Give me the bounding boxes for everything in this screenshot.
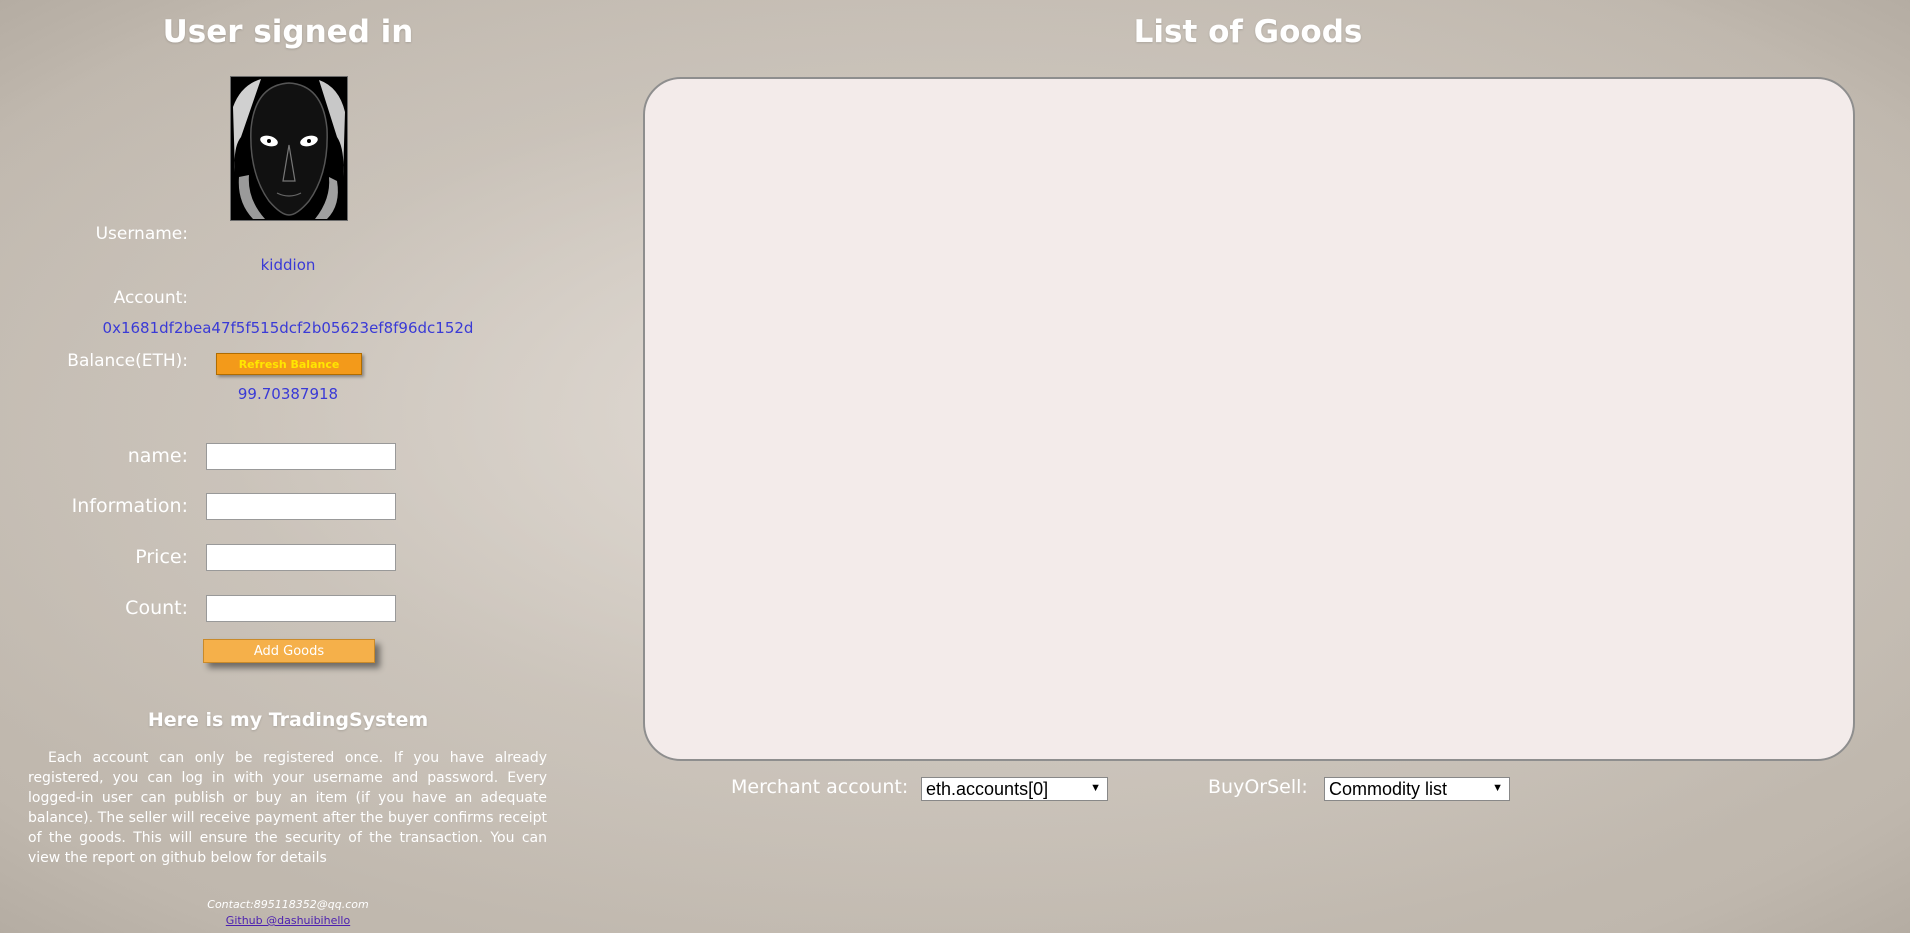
- goods-price-label: Price:: [135, 546, 188, 568]
- goods-information-input[interactable]: [206, 493, 396, 520]
- goods-information-label: Information:: [71, 495, 188, 517]
- account-label: Account:: [113, 288, 188, 308]
- about-title: Here is my TradingSystem: [147, 709, 429, 731]
- goods-count-input[interactable]: [206, 595, 396, 622]
- contact-email: Contact:895118352@qq.com: [207, 898, 369, 911]
- goods-list-panel: [643, 77, 1855, 761]
- goods-price-input[interactable]: [206, 544, 396, 571]
- merchant-account-label: Merchant account:: [731, 776, 909, 798]
- buyorsell-selected: Commodity list: [1329, 778, 1448, 799]
- add-goods-button[interactable]: Add Goods: [203, 639, 375, 663]
- user-avatar: [230, 76, 348, 221]
- dropdown-arrow-icon: ▼: [1090, 782, 1101, 794]
- account-address: 0x1681df2bea47f5f515dcf2b05623ef8f96dc15…: [102, 319, 474, 337]
- left-panel-title: User signed in: [162, 14, 414, 50]
- goods-list-title: List of Goods: [1133, 14, 1363, 50]
- balance-label: Balance(ETH):: [67, 351, 188, 371]
- username-value: kiddion: [260, 256, 316, 274]
- github-link-container: Github @dashuibihello: [0, 914, 576, 927]
- balance-value: 99.70387918: [237, 385, 339, 403]
- buyorsell-label: BuyOrSell:: [1208, 776, 1308, 798]
- merchant-account-select[interactable]: eth.accounts[0] ▼: [921, 777, 1108, 801]
- goods-name-input[interactable]: [206, 443, 396, 470]
- github-link[interactable]: Github @dashuibihello: [226, 914, 350, 927]
- username-label: Username:: [95, 224, 188, 244]
- refresh-balance-button[interactable]: Refresh Balance: [216, 353, 362, 375]
- goods-count-label: Count:: [125, 597, 188, 619]
- buyorsell-select[interactable]: Commodity list ▼: [1324, 777, 1510, 801]
- about-description: Each account can only be registered once…: [28, 750, 547, 866]
- avatar-face-image: [231, 77, 347, 220]
- dropdown-arrow-icon: ▼: [1492, 782, 1503, 794]
- goods-name-label: name:: [127, 445, 188, 467]
- merchant-account-selected: eth.accounts[0]: [926, 778, 1049, 799]
